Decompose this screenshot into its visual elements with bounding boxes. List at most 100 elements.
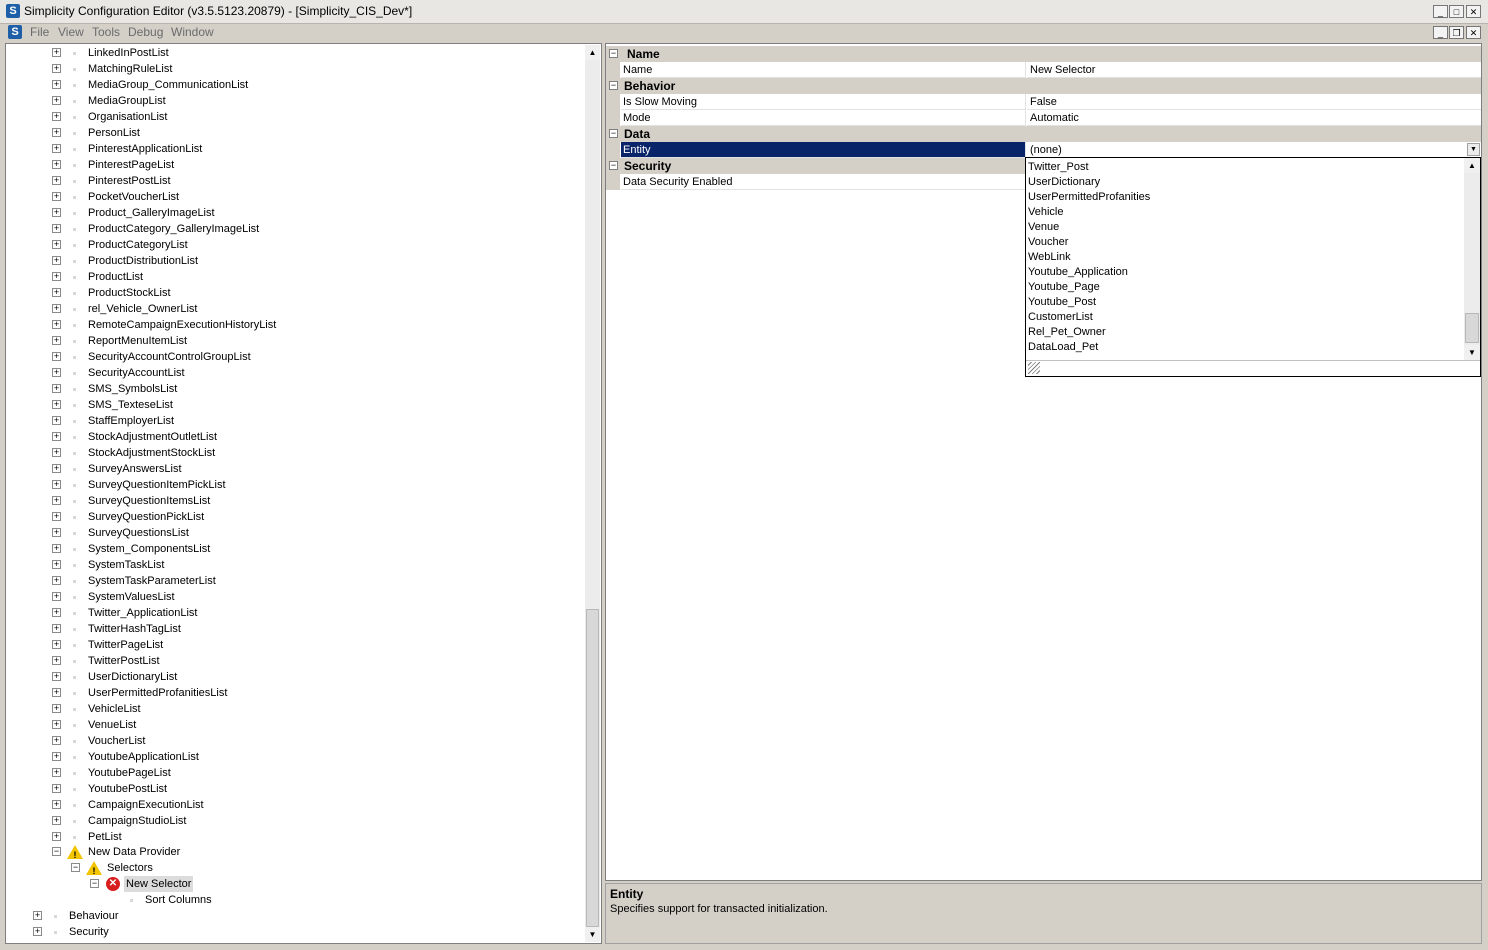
property-value[interactable]: New Selector <box>1027 62 1481 78</box>
resize-grip-icon[interactable] <box>1028 362 1040 374</box>
scroll-down-icon[interactable]: ▼ <box>1464 345 1480 360</box>
tree-node-security[interactable]: + Security <box>6 924 586 940</box>
entity-dropdown-list[interactable]: Twitter_Post UserDictionary UserPermittedP… <box>1025 157 1481 377</box>
tree-node-list[interactable]: + SystemValuesList <box>6 589 586 605</box>
tree-node-list[interactable]: + SecurityAccountList <box>6 365 586 381</box>
tree-node-list[interactable]: + SurveyAnswersList <box>6 461 586 477</box>
collapse-icon[interactable]: − <box>609 49 618 58</box>
tree-node-list[interactable]: + PersonList <box>6 125 586 141</box>
dropdown-option[interactable]: Voucher <box>1028 235 1068 250</box>
tree-view[interactable]: + LinkedInPostList + MatchingRuleList + Media… <box>5 43 602 944</box>
tree-node-list[interactable]: + ProductDistributionList <box>6 253 586 269</box>
tree-node-list[interactable]: + System_ComponentsList <box>6 541 586 557</box>
expand-icon[interactable]: + <box>52 560 61 569</box>
dropdown-arrow-icon[interactable]: ▼ <box>1467 143 1480 156</box>
menu-tools[interactable]: Tools <box>92 25 120 39</box>
collapse-icon[interactable]: − <box>609 161 618 170</box>
tree-node-list[interactable]: + SurveyQuestionPickList <box>6 509 586 525</box>
tree-node-list[interactable]: + PinterestPageList <box>6 157 586 173</box>
tree-node-list[interactable]: + VehicleList <box>6 701 586 717</box>
tree-node-list[interactable]: + MediaGroupList <box>6 93 586 109</box>
expand-icon[interactable]: + <box>33 927 42 936</box>
tree-node-list[interactable]: + SurveyQuestionsList <box>6 525 586 541</box>
expand-icon[interactable]: + <box>33 911 42 920</box>
tree-node-list[interactable]: + CampaignExecutionList <box>6 797 586 813</box>
entity-combo[interactable]: (none) ▼ <box>1027 142 1481 158</box>
expand-icon[interactable]: + <box>52 528 61 537</box>
expand-icon[interactable]: + <box>52 256 61 265</box>
dropdown-option[interactable]: CustomerList <box>1028 310 1093 325</box>
expand-icon[interactable]: + <box>52 288 61 297</box>
expand-icon[interactable]: + <box>52 704 61 713</box>
expand-icon[interactable]: + <box>52 448 61 457</box>
menu-view[interactable]: View <box>58 25 84 39</box>
expand-icon[interactable]: + <box>52 320 61 329</box>
expand-icon[interactable]: + <box>52 160 61 169</box>
expand-icon[interactable]: + <box>52 144 61 153</box>
expand-icon[interactable]: + <box>52 176 61 185</box>
tree-node-list[interactable]: + SecurityAccountControlGroupList <box>6 349 586 365</box>
document-icon[interactable]: S <box>8 25 22 39</box>
dropdown-option[interactable]: Venue <box>1028 220 1059 235</box>
tree-node-list[interactable]: + VoucherList <box>6 733 586 749</box>
expand-icon[interactable]: + <box>52 336 61 345</box>
tree-node-list[interactable]: + SurveyQuestionItemsList <box>6 493 586 509</box>
dropdown-option[interactable]: Youtube_Application <box>1028 265 1128 280</box>
expand-icon[interactable]: + <box>52 640 61 649</box>
tree-node-list[interactable]: + SurveyQuestionItemPickList <box>6 477 586 493</box>
tree-node-list[interactable]: + YoutubeApplicationList <box>6 749 586 765</box>
dropdown-option[interactable]: UserPermittedProfanities <box>1028 190 1150 205</box>
tree-node-list[interactable]: + SystemTaskList <box>6 557 586 573</box>
expand-icon[interactable]: + <box>52 304 61 313</box>
property-row-name[interactable]: Name New Selector <box>606 62 1481 78</box>
dropdown-option[interactable]: Youtube_Page <box>1028 280 1100 295</box>
collapse-icon[interactable]: − <box>609 129 618 138</box>
tree-node-new-data-provider[interactable]: − ! New Data Provider <box>6 844 586 860</box>
expand-icon[interactable]: + <box>52 432 61 441</box>
minimize-button[interactable]: _ <box>1433 5 1448 18</box>
dropdown-option[interactable]: UserDictionary <box>1028 175 1100 190</box>
menu-debug[interactable]: Debug <box>128 25 163 39</box>
expand-icon[interactable]: + <box>52 480 61 489</box>
expand-icon[interactable]: + <box>52 352 61 361</box>
expand-icon[interactable]: + <box>52 416 61 425</box>
expand-icon[interactable]: + <box>52 112 61 121</box>
expand-icon[interactable]: + <box>52 672 61 681</box>
tree-node-list[interactable]: + ProductList <box>6 269 586 285</box>
tree-node-selectors[interactable]: − ! Selectors <box>6 860 586 876</box>
tree-node-list[interactable]: + PinterestPostList <box>6 173 586 189</box>
expand-icon[interactable]: + <box>52 592 61 601</box>
expand-icon[interactable]: + <box>52 544 61 553</box>
tree-node-list[interactable]: + SystemTaskParameterList <box>6 573 586 589</box>
expand-icon[interactable]: + <box>52 64 61 73</box>
tree-node-sort-columns[interactable]: Sort Columns <box>6 892 586 908</box>
expand-icon[interactable]: + <box>52 224 61 233</box>
expand-icon[interactable]: + <box>52 816 61 825</box>
tree-node-list[interactable]: + MatchingRuleList <box>6 61 586 77</box>
expand-icon[interactable]: + <box>52 688 61 697</box>
expand-icon[interactable]: + <box>52 768 61 777</box>
tree-node-list[interactable]: + TwitterPostList <box>6 653 586 669</box>
expand-icon[interactable]: + <box>52 576 61 585</box>
tree-node-list[interactable]: + MediaGroup_CommunicationList <box>6 77 586 93</box>
expand-icon[interactable]: + <box>52 736 61 745</box>
expand-icon[interactable]: + <box>52 48 61 57</box>
expand-icon[interactable]: + <box>52 512 61 521</box>
app-icon[interactable]: S <box>6 4 20 18</box>
tree-node-list[interactable]: + SMS_SymbolsList <box>6 381 586 397</box>
dropdown-option[interactable]: Youtube_Post <box>1028 295 1096 310</box>
category-name[interactable]: − Name <box>606 46 1481 62</box>
expand-icon[interactable]: + <box>52 496 61 505</box>
menu-file[interactable]: File <box>30 25 49 39</box>
property-row-mode[interactable]: Mode Automatic <box>606 110 1481 126</box>
property-row-entity[interactable]: Entity (none) ▼ <box>606 142 1481 158</box>
tree-node-list[interactable]: + StockAdjustmentStockList <box>6 445 586 461</box>
tree-node-list[interactable]: + Product_GalleryImageList <box>6 205 586 221</box>
tree-node-list[interactable]: + PetList <box>6 829 586 845</box>
close-button[interactable]: ✕ <box>1466 5 1481 18</box>
scroll-up-icon[interactable]: ▲ <box>585 45 600 60</box>
expand-icon[interactable]: + <box>52 80 61 89</box>
tree-node-list[interactable]: + YoutubePostList <box>6 781 586 797</box>
mdi-minimize-button[interactable]: _ <box>1433 26 1448 39</box>
category-behavior[interactable]: − Behavior <box>606 78 1481 94</box>
